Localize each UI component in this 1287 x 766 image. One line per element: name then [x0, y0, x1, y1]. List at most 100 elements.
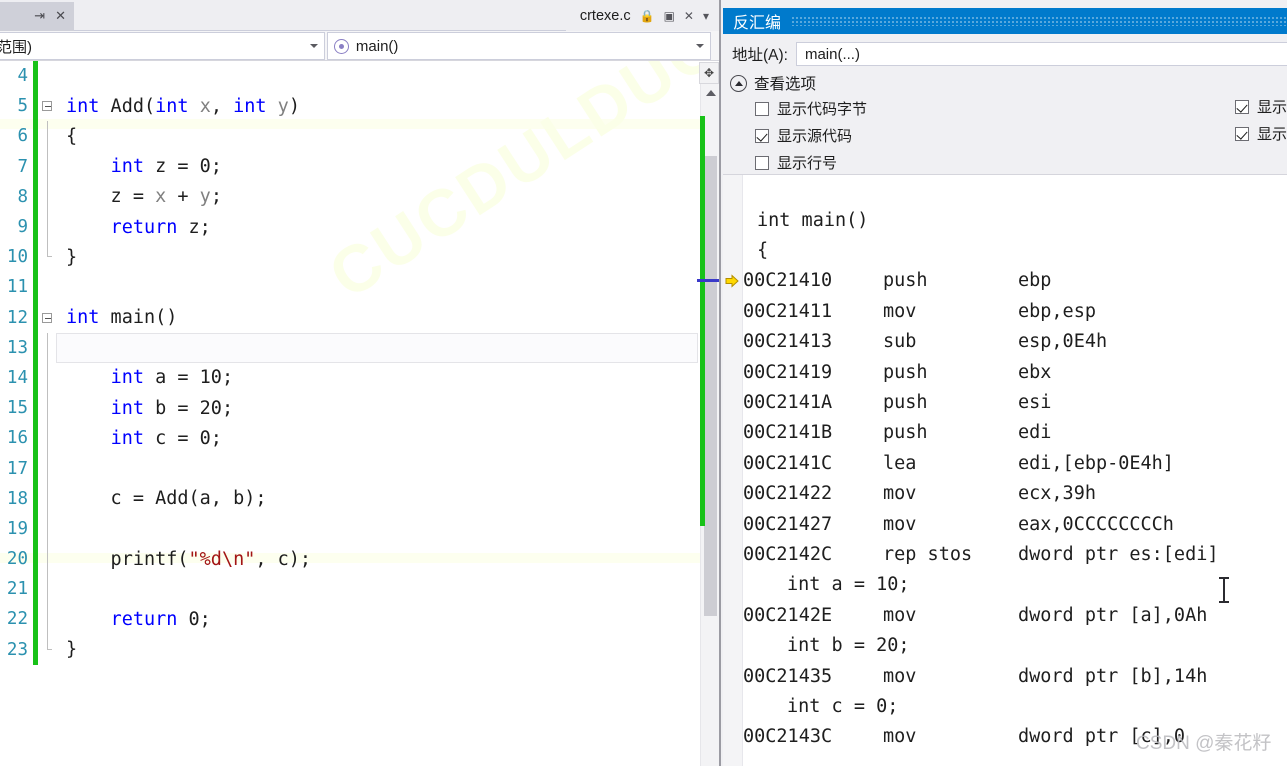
code-line[interactable]: 18 c = Add(a, b); [0, 483, 700, 514]
view-option-label: 显示行号 [777, 155, 838, 172]
disassembly-source-row[interactable]: { [743, 235, 1287, 265]
code-editor-surface[interactable]: CUCDULDUC 4 5 int Add(int x, int y) 6{7 int… [0, 61, 700, 766]
fold-column[interactable] [38, 121, 55, 152]
code-line[interactable]: 22 return 0; [0, 604, 700, 635]
fold-column[interactable] [38, 574, 55, 605]
chevron-down-icon[interactable] [309, 44, 318, 48]
fold-column[interactable] [38, 604, 55, 635]
code-line[interactable]: 10} [0, 242, 700, 273]
fold-column[interactable] [38, 272, 55, 302]
fold-column[interactable] [38, 181, 55, 212]
view-options-header[interactable]: 查看选项 [723, 70, 1287, 96]
disassembly-instruction-row[interactable]: 00C21413 sub esp,0E4h [743, 327, 1287, 357]
view-option-item[interactable]: 显示 [1234, 96, 1287, 117]
pin-icon[interactable]: ⇥ [34, 10, 45, 23]
code-line[interactable]: 11 [0, 272, 700, 303]
window-icon[interactable]: ▣ [664, 9, 675, 23]
close-icon[interactable]: ✕ [684, 9, 694, 23]
disassembly-instruction-row[interactable]: 00C21427 mov eax,0CCCCCCCCh [743, 509, 1287, 539]
collapse-minus-icon[interactable] [41, 312, 52, 323]
code-line[interactable]: 14 int a = 10; [0, 362, 700, 394]
disassembly-instruction-row[interactable]: 00C2142E mov dword ptr [a],0Ah [743, 600, 1287, 630]
code-line[interactable]: 16 int c = 0; [0, 423, 700, 454]
disassembly-source-row[interactable]: int c = 0; [743, 691, 1287, 721]
chevron-up-icon[interactable] [730, 74, 747, 92]
disassembly-instruction-row[interactable]: 00C2141A push esi [743, 387, 1287, 417]
code-line[interactable]: 6{ [0, 121, 700, 152]
disassembly-instruction-row[interactable]: 00C21435 mov dword ptr [b],14h [743, 661, 1287, 691]
fold-column[interactable] [38, 91, 55, 121]
fold-column[interactable] [38, 634, 55, 665]
disassembly-gutter[interactable] [723, 175, 743, 766]
address-input[interactable]: main(...) [795, 42, 1287, 66]
fold-guide-line [46, 393, 48, 424]
code-line[interactable]: 13{ [0, 332, 700, 363]
disassembly-instruction-row[interactable]: 00C2141B push edi [743, 418, 1287, 448]
disassembly-instruction-row[interactable]: 00C21411 mov ebp,esp [743, 296, 1287, 326]
fold-column[interactable] [38, 393, 55, 424]
code-line[interactable]: 4 [0, 61, 700, 92]
fold-column[interactable] [38, 242, 55, 272]
fold-column[interactable] [38, 362, 55, 394]
scroll-up-icon[interactable] [701, 84, 720, 101]
checkbox-unchecked-icon[interactable] [755, 101, 769, 116]
fold-column[interactable] [38, 483, 55, 514]
lock-icon[interactable]: 🔒 [640, 9, 655, 23]
checkbox-checked-icon[interactable] [755, 128, 769, 143]
instruction-mnemonic: lea [883, 452, 917, 474]
fold-column[interactable] [38, 423, 55, 454]
scope-dropdown[interactable]: 范围) [0, 32, 325, 60]
code-line[interactable]: 17 [0, 453, 700, 484]
fold-column[interactable] [38, 453, 55, 484]
fold-column[interactable] [38, 303, 55, 333]
code-line[interactable]: 19 [0, 513, 700, 544]
chevron-down-icon[interactable]: ▾ [703, 9, 709, 23]
fold-column[interactable] [38, 151, 55, 182]
disassembly-title-bar[interactable]: 反汇编 [723, 8, 1287, 34]
code-line[interactable]: 9 return z; [0, 211, 700, 243]
view-option-item[interactable]: 显示代码字节 [755, 98, 867, 119]
code-line[interactable]: 12 int main() [0, 302, 700, 333]
title-drag-dots[interactable] [791, 16, 1287, 26]
disassembly-instruction-row[interactable]: 00C2141C lea edi,[ebp-0E4h] [743, 448, 1287, 478]
disassembly-source-row[interactable]: int b = 20; [743, 630, 1287, 660]
chevron-down-icon[interactable] [696, 44, 704, 48]
view-option-item[interactable]: 显示源代码 [755, 125, 867, 146]
code-line[interactable]: 8 z = x + y; [0, 181, 700, 212]
line-number: 13 [6, 337, 28, 358]
checkbox-unchecked-icon[interactable] [755, 155, 769, 170]
fold-column[interactable] [38, 211, 55, 243]
code-line[interactable]: 23} [0, 634, 700, 665]
disassembly-source-row[interactable]: int main() [743, 205, 1287, 235]
disassembly-listing[interactable]: int main() {00C21410 push ebp 00C21411 mov ebp… [723, 174, 1287, 766]
view-option-item[interactable]: 显示行号 [755, 152, 867, 173]
fold-guide-line [46, 513, 48, 544]
tab-crtexe-c[interactable]: crtexe.c 🔒 ▣ ✕ ▾ [565, 0, 719, 31]
disassembly-instruction-row[interactable]: 00C21422 mov ecx,39h [743, 479, 1287, 509]
disassembly-source-row[interactable]: int a = 10; [743, 570, 1287, 600]
collapse-minus-icon[interactable] [41, 101, 52, 112]
code-line[interactable]: 7 int z = 0; [0, 151, 700, 182]
disassembly-instruction-row[interactable]: 00C21410 push ebp [725, 266, 1287, 296]
code-line[interactable]: 20 printf("%d\n", c); [0, 544, 700, 575]
line-number: 14 [6, 367, 28, 388]
close-icon[interactable]: ✕ [55, 10, 66, 23]
tab-partial-left[interactable]: ⇥ ✕ [0, 2, 74, 31]
view-option-item[interactable]: 显示 [1234, 123, 1287, 144]
scrollbar-thumb[interactable] [704, 156, 717, 616]
checkbox-checked-icon[interactable] [1234, 126, 1249, 141]
disassembly-instruction-row[interactable]: 00C21419 push ebx [743, 357, 1287, 387]
code-line[interactable]: 5 int Add(int x, int y) [0, 91, 700, 122]
fold-column[interactable] [38, 61, 55, 91]
code-line[interactable]: 15 int b = 20; [0, 393, 700, 424]
member-dropdown[interactable]: main() [326, 32, 711, 60]
fold-guide-line [46, 211, 48, 243]
fold-column[interactable] [38, 332, 55, 363]
fold-column[interactable] [38, 544, 55, 575]
source-line-text: { [757, 240, 769, 262]
checkbox-checked-icon[interactable] [1234, 99, 1249, 114]
disassembly-instruction-row[interactable]: 00C2142C rep stos dword ptr es:[edi] [743, 539, 1287, 569]
fold-column[interactable] [38, 513, 55, 544]
split-handle-icon[interactable]: ✥ [699, 62, 719, 84]
code-line[interactable]: 21 [0, 574, 700, 605]
